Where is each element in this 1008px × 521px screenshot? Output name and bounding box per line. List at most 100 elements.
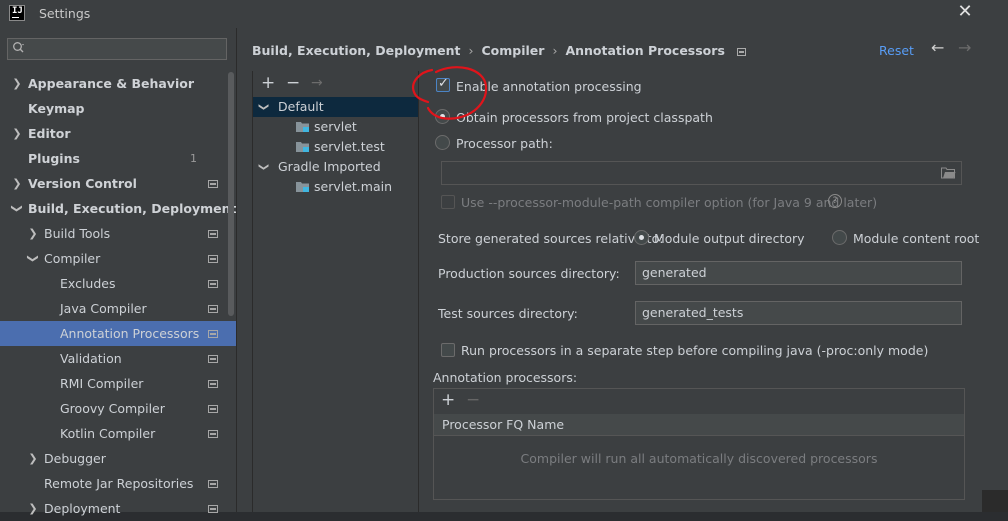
module-output-directory-radio[interactable] [634,230,649,245]
project-level-icon [208,430,218,438]
close-icon[interactable]: ✕ [950,0,980,26]
annotation-processor-form: Enable annotation processing Obtain proc… [420,71,1008,512]
obtain-from-classpath-label[interactable]: Obtain processors from project classpath [456,110,713,125]
breadcrumb-item: Annotation Processors [565,43,725,58]
production-sources-input[interactable]: generated [635,261,962,285]
enable-annotation-processing-label[interactable]: Enable annotation processing [456,79,642,94]
breadcrumb-item[interactable]: Compiler [481,43,544,58]
chevron-right-icon[interactable]: ❯ [28,221,38,246]
sidebar-item-label: Groovy Compiler [60,401,165,416]
test-sources-label: Test sources directory: [438,306,578,321]
intellij-logo-icon: IJ [9,5,25,21]
sidebar-item-validation[interactable]: Validation [0,346,236,371]
enable-annotation-processing-checkbox[interactable] [436,76,450,92]
module-item-servlet-test[interactable]: servlet.test [253,137,418,157]
sidebar-item-editor[interactable]: ❯ Editor [0,121,236,146]
chevron-right-icon[interactable]: ❯ [12,121,22,146]
store-relative-label: Store generated sources relative to: [438,231,664,246]
module-item-servlet[interactable]: servlet [253,117,418,137]
processor-path-radio[interactable] [435,135,450,150]
chevron-right-icon[interactable]: ❯ [28,496,38,521]
folder-browse-icon[interactable] [941,167,956,179]
chevron-down-icon[interactable]: ❯ [253,163,273,171]
chevron-right-icon[interactable]: ❯ [12,171,22,196]
sidebar-item-label: Appearance & Behavior [28,76,194,91]
sidebar-item-kotlin-compiler[interactable]: Kotlin Compiler [0,421,236,446]
sidebar-item-rmi-compiler[interactable]: RMI Compiler [0,371,236,396]
separate-step-checkbox[interactable] [441,343,455,357]
breadcrumb: Build, Execution, Deployment › Compiler › An… [252,43,746,58]
obtain-from-classpath-radio[interactable] [435,109,450,124]
chevron-right-icon[interactable]: ❯ [12,71,22,96]
module-tree-panel: + − → ❯ Default servlet servlet.test ❯ G… [252,71,419,512]
sidebar-item-debugger[interactable]: ❯ Debugger [0,446,236,471]
project-level-icon [208,380,218,388]
module-item-servlet-main[interactable]: servlet.main [253,177,418,197]
reset-button[interactable]: Reset [879,43,914,58]
add-icon[interactable]: + [261,73,275,93]
sidebar-item-groovy-compiler[interactable]: Groovy Compiler [0,396,236,421]
chevron-right-icon[interactable]: ❯ [28,446,38,471]
module-toolbar: + − → [253,71,418,97]
sidebar-item-plugins[interactable]: Plugins 1 [0,146,236,171]
empty-table-text: Compiler will run all automatically disc… [520,451,878,466]
project-level-icon [736,47,746,56]
module-item-label: servlet.main [314,179,393,194]
help-icon[interactable]: ? [828,194,842,208]
remove-icon[interactable]: − [286,73,300,93]
sidebar-item-label: Annotation Processors [60,326,200,341]
sidebar-item-deployment[interactable]: ❯ Deployment [0,496,236,521]
module-item-label: servlet [314,119,357,134]
separate-step-label[interactable]: Run processors in a separate step before… [461,343,928,358]
annotation-processors-table: + − Processor FQ Name Compiler will run … [433,388,965,500]
sidebar-item-remote-jar-repositories[interactable]: Remote Jar Repositories [0,471,236,496]
module-item-gradle-imported[interactable]: ❯ Gradle Imported [253,157,418,177]
sidebar-item-appearance[interactable]: ❯ Appearance & Behavior [0,71,236,96]
project-level-icon [208,405,218,413]
sidebar-item-label: Deployment [44,501,121,516]
sidebar-item-label: Compiler [44,251,101,266]
project-level-icon [208,280,218,288]
sidebar-item-version-control[interactable]: ❯ Version Control [0,171,236,196]
chevron-down-icon[interactable]: ❯ [5,204,30,214]
breadcrumb-item[interactable]: Build, Execution, Deployment [252,43,460,58]
module-content-root-label[interactable]: Module content root [853,231,979,246]
sidebar-item-build-tools[interactable]: ❯ Build Tools [0,221,236,246]
search-icon [13,42,24,53]
module-output-directory-label[interactable]: Module output directory [654,231,805,246]
sidebar-item-java-compiler[interactable]: Java Compiler [0,296,236,321]
breadcrumb-separator-icon: › [468,43,474,58]
sidebar-item-label: Validation [60,351,122,366]
test-sources-input[interactable]: generated_tests [635,301,962,325]
project-level-icon [208,355,218,363]
chevron-down-icon[interactable]: ❯ [21,254,46,264]
project-level-icon [208,480,218,488]
sidebar-item-compiler[interactable]: ❯ Compiler [0,246,236,271]
sidebar-item-build-execution-deployment[interactable]: ❯ Build, Execution, Deployment [0,196,237,221]
window-corner [982,490,1008,512]
production-sources-label: Production sources directory: [438,266,620,281]
settings-content: Build, Execution, Deployment › Compiler › An… [237,28,1008,512]
processor-path-label[interactable]: Processor path: [456,136,553,151]
sidebar-item-keymap[interactable]: Keymap [0,96,236,121]
project-level-icon [208,230,218,238]
sidebar-item-label: Plugins [28,151,80,166]
module-item-label: Default [278,99,324,114]
add-icon[interactable]: + [441,390,455,410]
search-input[interactable] [30,40,220,58]
sidebar-item-excludes[interactable]: Excludes [0,271,236,296]
chevron-down-icon[interactable]: ❯ [253,103,273,111]
back-arrow-icon[interactable]: ← [931,38,944,57]
module-content-root-radio[interactable] [832,230,847,245]
project-level-icon [208,305,218,313]
plugin-update-badge: 1 [190,152,197,165]
settings-tree: ❯ Appearance & Behavior Keymap ❯ Editor … [0,71,236,521]
module-item-default[interactable]: ❯ Default [253,97,418,117]
processor-fq-name-column-header[interactable]: Processor FQ Name [434,414,964,436]
sidebar-scrollbar[interactable] [228,72,234,316]
breadcrumb-separator-icon: › [552,43,558,58]
module-path-checkbox[interactable] [441,195,455,209]
sidebar-item-annotation-processors[interactable]: Annotation Processors [0,321,236,346]
search-box[interactable] [7,38,227,60]
processor-path-field[interactable] [441,161,962,185]
